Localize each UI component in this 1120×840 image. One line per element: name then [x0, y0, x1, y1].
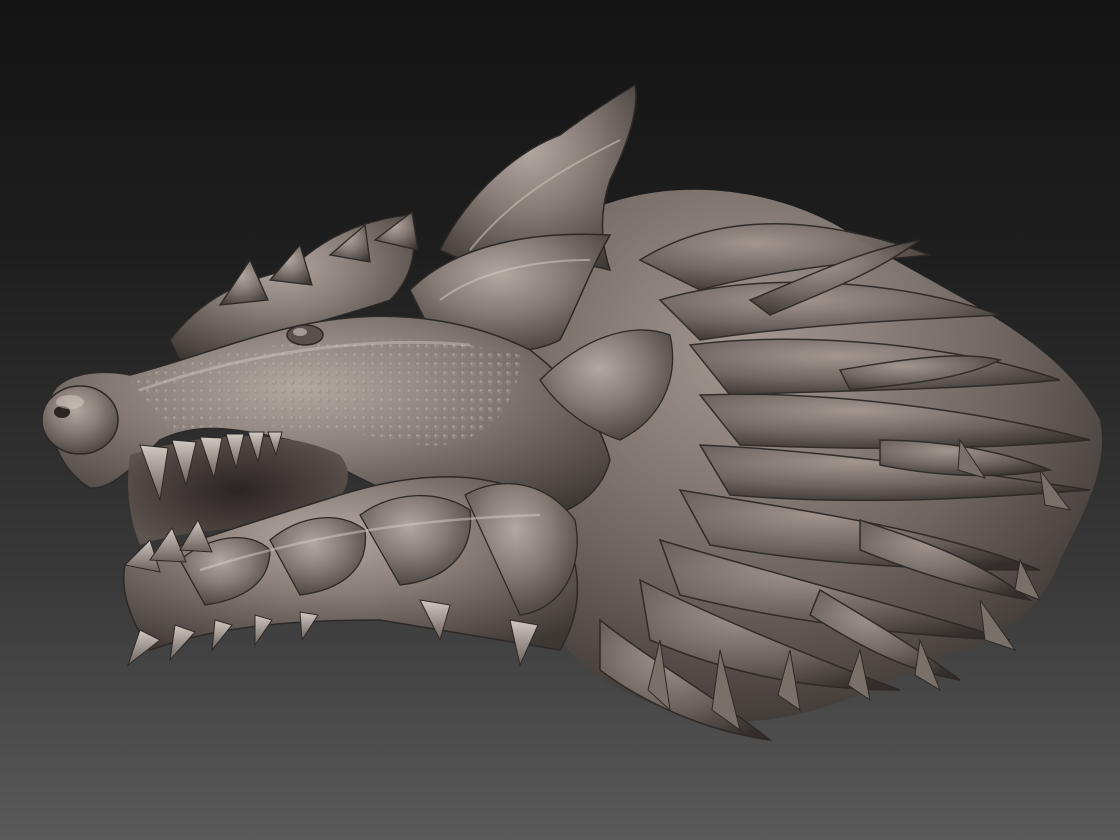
sculpt-viewport[interactable]	[0, 0, 1120, 840]
sculpt-model	[41, 83, 1102, 742]
